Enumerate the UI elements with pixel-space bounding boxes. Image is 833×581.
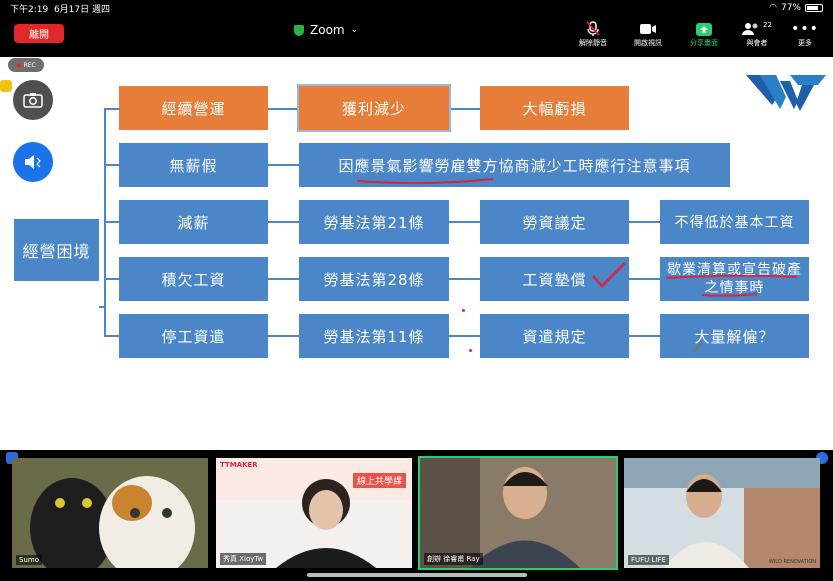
meeting-title[interactable]: Zoom ⌄ [294,23,358,37]
participants-button[interactable]: 22 與會者 [734,20,780,54]
tree-line [268,108,299,110]
participant-name: 秀真 XioyTw [220,553,267,565]
tree-line [268,335,299,337]
node-law-21: 勞基法第21條 [299,200,449,244]
video-tile-ray-active-speaker[interactable]: 創辦 徐睿甫 Ray [418,456,618,570]
pencil-cursor-icon [692,343,702,353]
node-law-11: 勞基法第11條 [299,314,449,358]
laser-dot [462,309,465,312]
tree-line [104,278,119,280]
node-pay-cut: 減薪 [119,200,268,244]
node-operation: 經續營運 [119,86,268,130]
video-tile-xioytw[interactable]: TTMAKER 線上共學課 秀真 XioyTw [216,458,412,568]
status-time: 下午2:19 6月17日 週四 [10,4,110,15]
node-profit-decrease: 獲利減少 [297,84,451,132]
company-logo [746,75,826,111]
battery-percent: 77% [780,3,801,13]
tree-line [104,221,119,223]
mic-muted-icon [586,20,600,38]
tree-line [268,278,299,280]
node-suspension: 停工資遣 [119,314,268,358]
tree-line [104,335,119,337]
tree-line [268,221,299,223]
annotation-underline [665,274,798,297]
person-video-image [276,479,376,568]
check-mark-annotation [592,262,626,288]
participants-count: 22 [763,21,772,29]
status-bar: 下午2:19 6月17日 週四 ◠ 77% [0,0,833,16]
tree-line [449,335,480,337]
tree-line [104,108,119,110]
start-video-button[interactable]: 開啟視訊 [625,20,671,54]
video-tile-fufu-life[interactable]: WILD RENOVATION FUFU LIFE [624,458,820,568]
switch-camera-button[interactable] [13,80,53,120]
participant-name: 創辦 徐睿甫 Ray [424,553,483,565]
meeting-toolbar: 離開 Zoom ⌄ 解除靜音 開啟視訊 分享畫面 22 與會者 ••• 更多 [0,16,833,56]
tree-line [629,335,660,337]
camera-label: 切換攝影機 [12,125,43,132]
node-unpaid-leave: 無薪假 [119,143,268,187]
battery-icon [805,4,823,12]
root-node: 經營困境 [14,219,99,281]
speaker-bluetooth-icon [25,155,41,169]
node-law-28: 勞基法第28條 [299,257,449,301]
shared-slide: 經營困境 經續營運 獲利減少 大幅虧損 無薪假 因應景氣影響勞雇雙方協商減少工時… [0,57,833,450]
video-tile-sumo[interactable]: Sumo [12,458,208,568]
annotation-underline [356,178,494,185]
node-severance-rules: 資遣規定 [480,314,629,358]
node-labor-agreement: 勞資議定 [480,200,629,244]
tree-line [449,108,480,110]
tree-line [629,221,660,223]
app-icon [0,80,12,92]
participant-name: FUFU LIFE [628,555,669,565]
node-wage-arrears: 積欠工資 [119,257,268,301]
tree-line [104,164,119,166]
chevron-down-icon: ⌄ [350,25,359,35]
bluetooth-label: 藍牙 [12,188,25,195]
shield-icon [294,24,304,36]
node-mass-layoff: 大量解僱？ [660,314,809,358]
leave-button[interactable]: 離開 [14,24,64,43]
tree-line [449,221,480,223]
bluetooth-audio-button[interactable] [13,142,53,182]
person-video-image [624,458,820,568]
home-indicator[interactable] [307,573,527,577]
video-icon [639,20,657,38]
tree-line [449,278,480,280]
watermark: WILD RENOVATION [768,559,816,565]
share-screen-icon [696,20,712,38]
status-right: ◠ 77% [769,3,823,13]
camera-icon [23,93,43,108]
wifi-icon: ◠ [769,3,777,13]
share-screen-button[interactable]: 分享畫面 [681,20,727,54]
tree-line [629,278,660,280]
node-min-wage: 不得低於基本工資 [660,200,809,244]
laser-dot [469,349,472,352]
participants-icon: 22 [742,20,772,38]
rec-badge: ● REC [8,58,44,72]
participant-name: Sumo [16,555,42,565]
tree-line [268,164,299,166]
more-dots-icon: ••• [791,21,819,37]
unmute-button[interactable]: 解除靜音 [570,20,616,54]
more-button[interactable]: ••• 更多 [782,20,828,54]
cat-video-image [12,458,208,568]
node-heavy-loss: 大幅虧損 [480,86,629,130]
person-video-image [420,458,616,568]
